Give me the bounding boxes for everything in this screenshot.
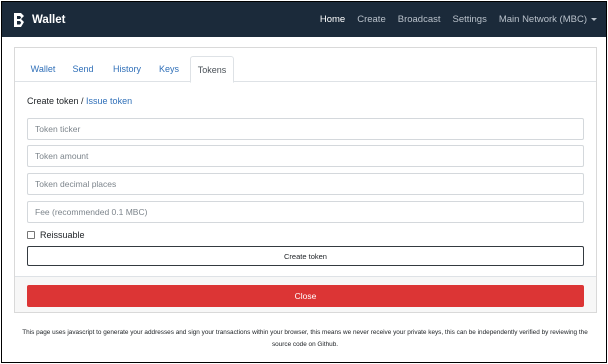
app-window: Wallet Home Create Broadcast Settings Ma… (1, 1, 607, 363)
network-label: Main Network (MBC) (498, 14, 587, 25)
token-ticker-input[interactable] (27, 118, 584, 140)
nav-home[interactable]: Home (320, 14, 345, 25)
tab-keys[interactable]: Keys (155, 56, 183, 82)
reissuable-row: Reissuable (27, 230, 85, 240)
nav-broadcast[interactable]: Broadcast (398, 14, 441, 25)
nav-menu: Home Create Broadcast Settings Main Netw… (308, 14, 597, 25)
close-button[interactable]: Close (27, 285, 584, 307)
reissuable-checkbox[interactable] (27, 231, 35, 239)
issue-token-link[interactable]: Issue token (86, 96, 132, 106)
brand[interactable]: Wallet (12, 12, 65, 28)
token-amount-input[interactable] (27, 145, 584, 167)
tab-history[interactable]: History (109, 56, 145, 82)
wallet-logo-icon (12, 12, 26, 28)
tab-tokens[interactable]: Tokens (190, 56, 234, 83)
caret-down-icon (591, 17, 597, 21)
crumb-create-token: Create token (27, 96, 79, 106)
footer-disclaimer: This page uses javascript to generate yo… (22, 329, 588, 348)
brand-title: Wallet (32, 13, 66, 26)
reissuable-label: Reissuable (40, 230, 85, 240)
nav-create[interactable]: Create (357, 14, 386, 25)
network-dropdown[interactable]: Main Network (MBC) (499, 14, 597, 25)
create-token-button[interactable]: Create token (27, 246, 584, 266)
token-decimals-input[interactable] (27, 173, 584, 195)
wallet-modal: Wallet Send History Keys Tokens Create t… (14, 47, 597, 313)
fee-input[interactable] (27, 201, 584, 223)
token-breadcrumb: Create token / Issue token (27, 96, 132, 106)
nav-settings[interactable]: Settings (453, 14, 487, 25)
modal-body: Wallet Send History Keys Tokens Create t… (15, 48, 596, 277)
tab-bar: Wallet Send History Keys Tokens (15, 56, 596, 83)
tab-wallet[interactable]: Wallet (27, 56, 59, 82)
navbar: Wallet Home Create Broadcast Settings Ma… (2, 2, 606, 37)
crumb-separator: / (78, 96, 87, 106)
tab-send[interactable]: Send (67, 56, 99, 82)
